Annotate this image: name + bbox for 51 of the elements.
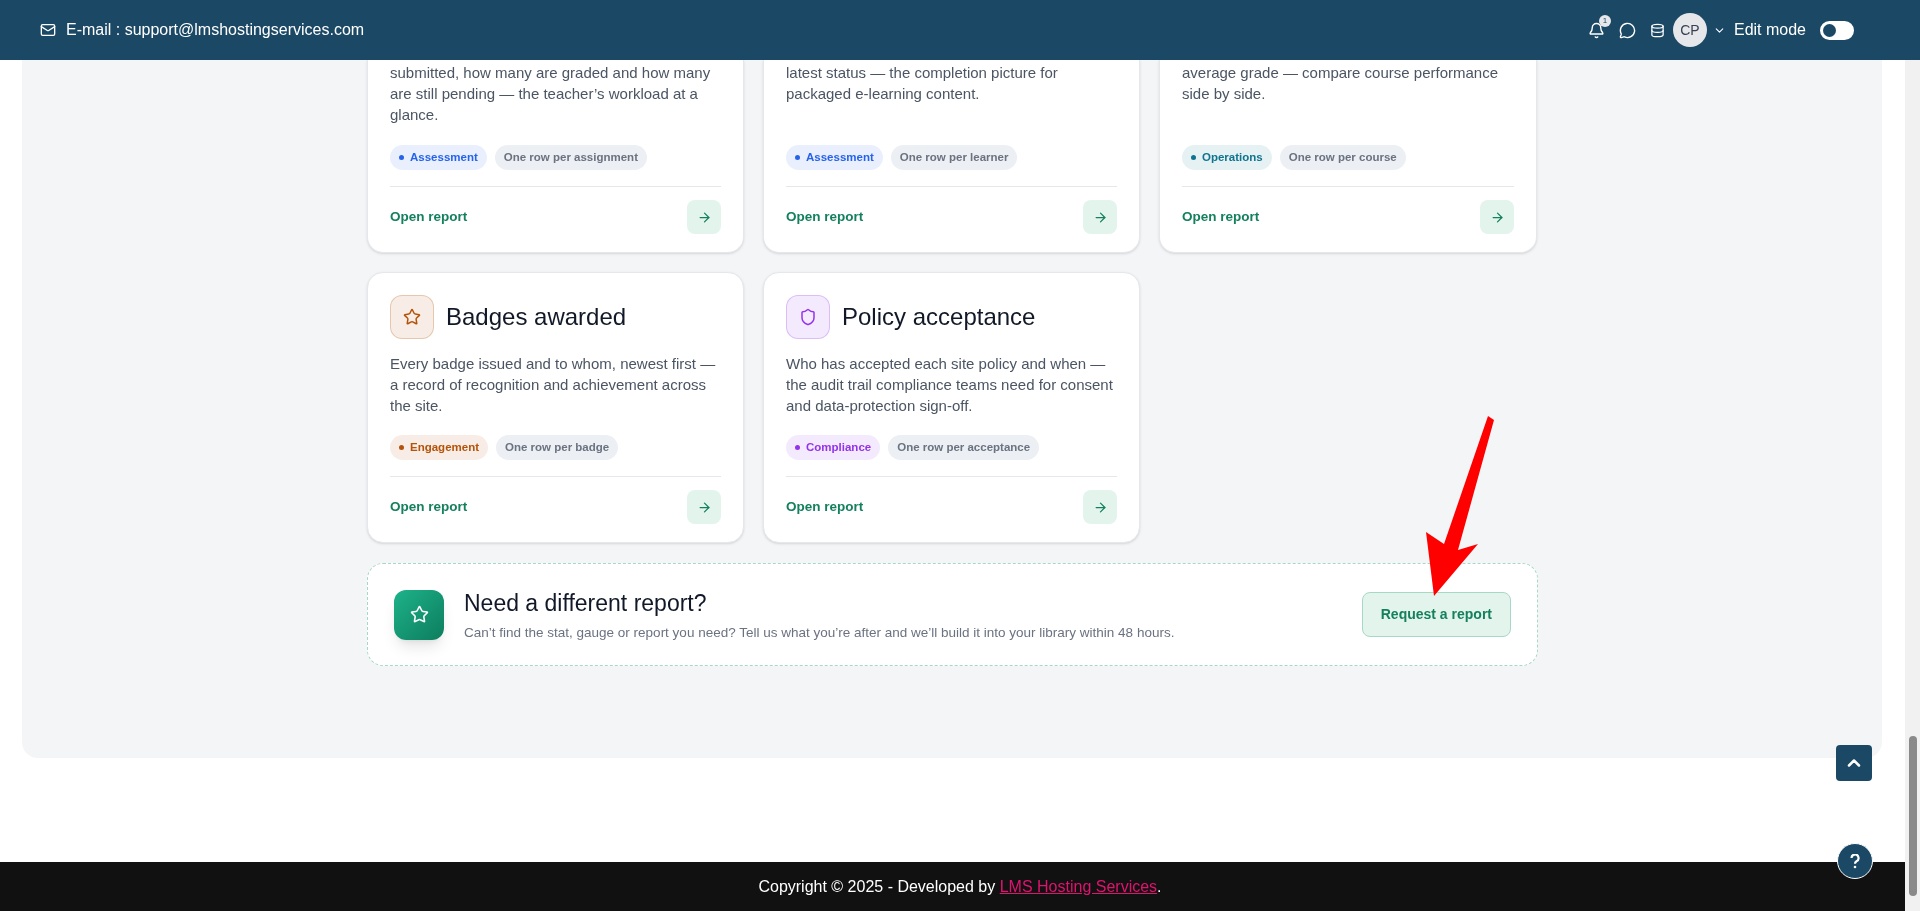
card-description: submitted, how many are graded and how many are still pending — the teacher’s workload at a glance. xyxy=(390,63,712,125)
scope-tag: One row per assignment xyxy=(494,144,647,170)
mail-icon xyxy=(40,22,56,38)
messages-icon[interactable] xyxy=(1618,21,1636,39)
arrow-right-icon xyxy=(1092,209,1108,225)
category-label: Compliance xyxy=(806,439,872,455)
arrow-button[interactable] xyxy=(1480,200,1514,234)
question-mark-icon xyxy=(1850,853,1860,869)
copyright-text: Copyright © 2025 - Developed by xyxy=(758,876,997,897)
card-description: average grade — compare course performance side by side. xyxy=(1182,63,1499,104)
arrow-button[interactable] xyxy=(687,490,721,524)
arrow-right-icon xyxy=(1092,499,1108,515)
copyright-period: . xyxy=(1157,876,1162,897)
banner-text: Can’t find the stat, gauge or report you need? Tell us what you’re after and we’ll build it into your library within 48 hours. xyxy=(464,623,1175,642)
scope-tag: One row per badge xyxy=(496,434,619,460)
open-report-link[interactable]: Open report xyxy=(390,206,468,228)
arrow-right-icon xyxy=(696,499,712,515)
scope-tag: One row per acceptance xyxy=(888,434,1040,460)
user-avatar[interactable]: CP xyxy=(1672,13,1707,47)
arrow-right-icon xyxy=(696,209,712,225)
card-title: Policy acceptance xyxy=(842,302,1036,332)
arrow-button[interactable] xyxy=(687,200,721,234)
banner-title: Need a different report? xyxy=(464,589,708,619)
card-description: Who has accepted each site policy and when — the audit trail compliance teams need for consent and data-protection sign-off. xyxy=(786,354,1114,416)
scroll-to-top-button[interactable] xyxy=(1836,745,1872,781)
edit-mode-label: Edit mode xyxy=(1733,20,1806,40)
support-email: E-mail : support@lmshostingservices.com xyxy=(66,20,365,40)
shield-icon xyxy=(786,295,830,339)
arrow-button[interactable] xyxy=(1083,490,1117,524)
card-description: Every badge issued and to whom, newest first — a record of recognition and achievement across the site. xyxy=(390,354,717,416)
star-icon xyxy=(390,295,434,339)
open-report-link[interactable]: Open report xyxy=(390,496,468,518)
open-report-link[interactable]: Open report xyxy=(1182,206,1260,228)
database-icon[interactable] xyxy=(1649,22,1665,38)
scope-tag: One row per course xyxy=(1279,144,1406,170)
notification-bell-icon[interactable] xyxy=(1587,21,1605,39)
request-report-button[interactable]: Request a report xyxy=(1361,592,1511,637)
category-label: Engagement xyxy=(410,439,479,455)
card-description: latest status — the completion picture for packaged e-learning content. xyxy=(786,63,1059,104)
arrow-right-icon xyxy=(1489,209,1505,225)
card-title: Badges awarded xyxy=(446,302,627,332)
category-label: Operations xyxy=(1202,149,1263,165)
edit-mode-toggle[interactable] xyxy=(1820,20,1854,40)
category-label: Assessment xyxy=(410,149,478,165)
scope-tag: One row per learner xyxy=(890,144,1018,170)
category-label: Assessment xyxy=(806,149,874,165)
arrow-button[interactable] xyxy=(1083,200,1117,234)
notification-badge: 1 xyxy=(1598,14,1611,27)
open-report-link[interactable]: Open report xyxy=(786,496,864,518)
help-button[interactable] xyxy=(1837,843,1873,879)
open-report-link[interactable]: Open report xyxy=(786,206,864,228)
